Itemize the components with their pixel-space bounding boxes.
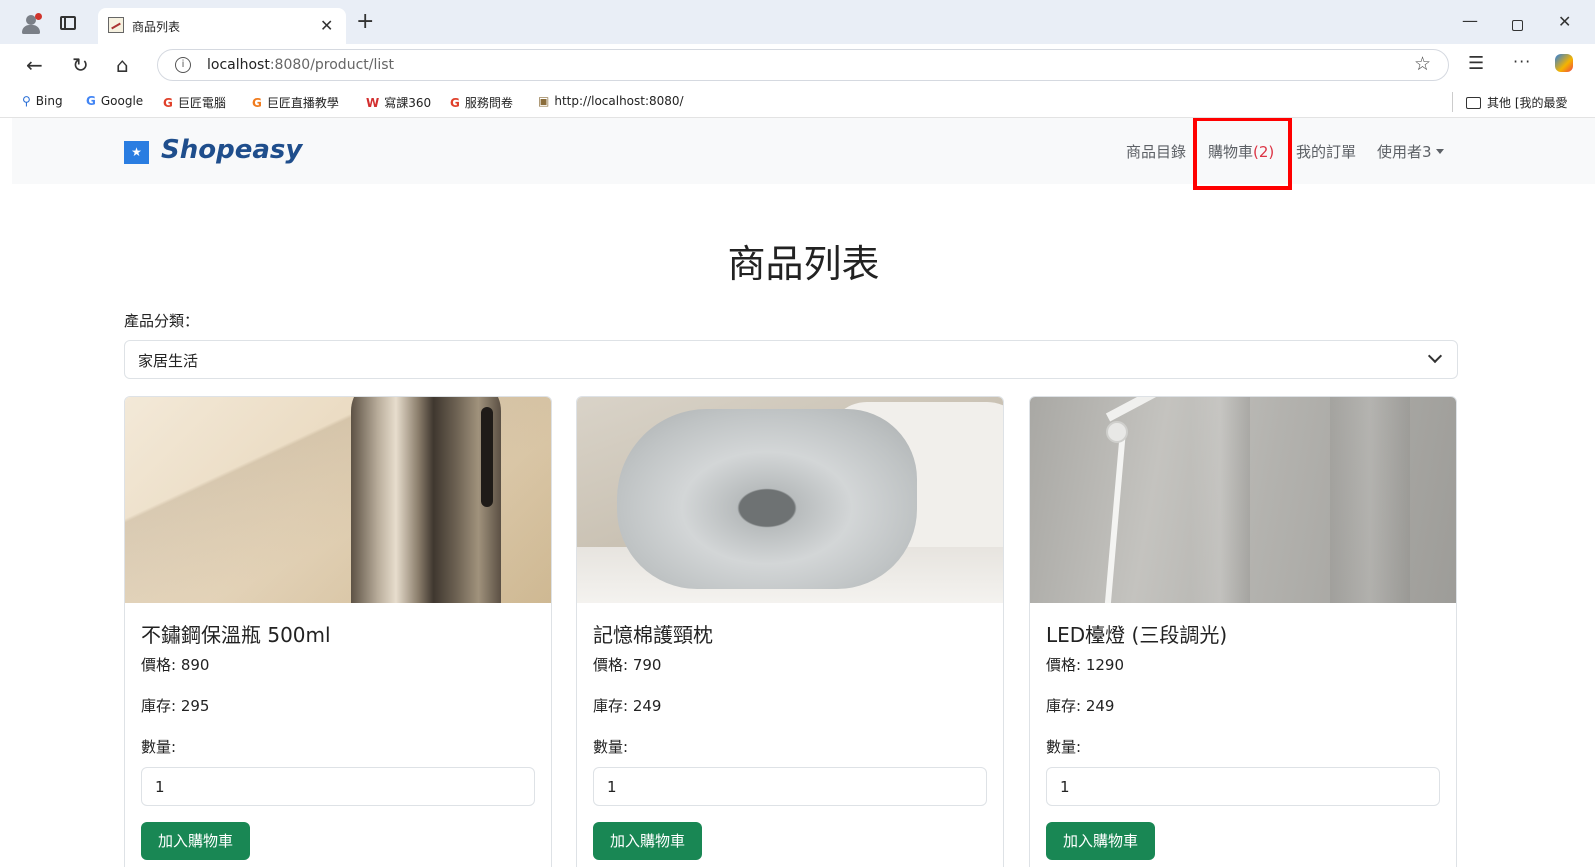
bookmark-survey[interactable]: G 服務問卷 bbox=[450, 94, 513, 111]
product-card: 不鏽鋼保溫瓶 500ml 價格: 890 庫存: 295 數量: 加入購物車 bbox=[124, 396, 552, 867]
product-price: 價格: 790 bbox=[593, 656, 662, 674]
product-image-lamp bbox=[1030, 397, 1456, 603]
page-icon: ▣ bbox=[538, 94, 550, 108]
window-minimize-icon[interactable]: — bbox=[1462, 11, 1478, 30]
product-name: 記憶棉護頸枕 bbox=[593, 623, 713, 647]
google-icon: G bbox=[86, 94, 96, 108]
chevron-down-icon bbox=[1427, 348, 1443, 364]
page-viewport: ★ Shopeasy 商品目錄 購物車(2) 我的訂單 使用者3 商品列表 產品… bbox=[12, 118, 1595, 867]
quantity-input[interactable] bbox=[593, 767, 987, 806]
quantity-input[interactable] bbox=[1046, 767, 1440, 806]
folder-icon bbox=[1466, 97, 1481, 109]
product-card: LED檯燈 (三段調光) 價格: 1290 庫存: 249 數量: 加入購物車 bbox=[1029, 396, 1457, 867]
nav-link-orders[interactable]: 我的訂單 bbox=[1296, 141, 1356, 162]
product-price: 價格: 1290 bbox=[1046, 656, 1124, 674]
url-text: localhost:8080/product/list bbox=[207, 57, 395, 73]
star-icon[interactable]: ☆ bbox=[1414, 53, 1431, 75]
bookmark-jujiang[interactable]: G 巨匠電腦 bbox=[163, 94, 226, 111]
g-logo-icon: G bbox=[450, 96, 460, 110]
favorites-icon[interactable]: ☰ bbox=[1468, 53, 1484, 74]
quantity-label: 數量: bbox=[593, 738, 629, 756]
site-info-icon[interactable]: i bbox=[175, 57, 191, 73]
brand-name: Shopeasy bbox=[161, 135, 303, 165]
nav-user-dropdown[interactable]: 使用者3 bbox=[1377, 141, 1444, 162]
bookmark-localhost[interactable]: ▣ http://localhost:8080/ bbox=[538, 94, 684, 108]
product-name: 不鏽鋼保溫瓶 500ml bbox=[141, 623, 331, 647]
product-name: LED檯燈 (三段調光) bbox=[1046, 623, 1228, 647]
more-icon[interactable]: ··· bbox=[1513, 52, 1531, 71]
site-navbar: ★ Shopeasy 商品目錄 購物車(2) 我的訂單 使用者3 bbox=[12, 118, 1595, 190]
product-image-thermos bbox=[125, 397, 551, 603]
w-logo-icon: W bbox=[366, 96, 380, 110]
brand-star-icon: ★ bbox=[124, 141, 149, 164]
category-label: 產品分類： bbox=[124, 312, 200, 330]
cart-count: (2) bbox=[1253, 143, 1275, 161]
g-logo-icon: G bbox=[163, 96, 173, 110]
quantity-input[interactable] bbox=[141, 767, 535, 806]
home-icon[interactable]: ⌂ bbox=[116, 53, 129, 77]
bookmark-bing[interactable]: ⚲ Bing bbox=[22, 94, 63, 108]
g-logo-icon: G bbox=[252, 96, 262, 110]
browser-tab[interactable]: 商品列表 ✕ bbox=[98, 8, 346, 44]
quantity-label: 數量: bbox=[141, 738, 177, 756]
bookmark-jujiang-live[interactable]: G 巨匠直播教學 bbox=[252, 94, 339, 111]
add-to-cart-button[interactable]: 加入購物車 bbox=[1046, 822, 1155, 860]
add-to-cart-button[interactable]: 加入購物車 bbox=[141, 822, 250, 860]
category-select[interactable]: 家居生活 bbox=[124, 340, 1458, 379]
profile-icon[interactable] bbox=[20, 13, 42, 35]
url-input[interactable]: i localhost:8080/product/list ☆ bbox=[157, 49, 1449, 81]
browser-tab-bar: 商品列表 ✕ + — ✕ bbox=[0, 0, 1595, 44]
bookmarks-bar: ⚲ Bing G Google G 巨匠電腦 G 巨匠直播教學 W 寫課360 G 服務問卷… bbox=[0, 86, 1595, 118]
back-icon[interactable]: ← bbox=[26, 53, 43, 77]
add-to-cart-button[interactable]: 加入購物車 bbox=[593, 822, 702, 860]
nav-link-catalog[interactable]: 商品目錄 bbox=[1126, 141, 1186, 162]
copilot-icon[interactable] bbox=[1555, 54, 1573, 72]
bookmarks-divider bbox=[1452, 92, 1453, 112]
page-favicon-icon bbox=[108, 17, 124, 33]
bookmark-folder-other[interactable]: 其他 [我的最愛 bbox=[1466, 94, 1568, 111]
caret-down-icon bbox=[1435, 149, 1444, 154]
window-close-icon[interactable]: ✕ bbox=[1558, 12, 1571, 31]
bookmark-course360[interactable]: W 寫課360 bbox=[366, 94, 431, 111]
product-stock: 庫存: 249 bbox=[593, 697, 662, 715]
new-tab-icon[interactable]: + bbox=[356, 9, 374, 34]
nav-link-cart[interactable]: 購物車(2) bbox=[1208, 141, 1274, 162]
product-price: 價格: 890 bbox=[141, 656, 210, 674]
page-title: 商品列表 bbox=[727, 242, 880, 286]
bookmark-google[interactable]: G Google bbox=[86, 94, 143, 108]
product-stock: 庫存: 249 bbox=[1046, 697, 1115, 715]
tab-actions-icon[interactable] bbox=[60, 16, 76, 30]
tab-close-icon[interactable]: ✕ bbox=[320, 16, 333, 35]
address-bar-row: ← ↻ ⌂ i localhost:8080/product/list ☆ ☰ … bbox=[0, 44, 1595, 86]
product-image-pillow bbox=[577, 397, 1003, 603]
category-selected-value: 家居生活 bbox=[138, 352, 199, 370]
search-icon: ⚲ bbox=[22, 94, 31, 108]
window-restore-icon[interactable] bbox=[1512, 20, 1523, 31]
quantity-label: 數量: bbox=[1046, 738, 1082, 756]
product-stock: 庫存: 295 bbox=[141, 697, 210, 715]
reload-icon[interactable]: ↻ bbox=[72, 53, 89, 77]
product-card: 記憶棉護頸枕 價格: 790 庫存: 249 數量: 加入購物車 bbox=[576, 396, 1004, 867]
tab-title: 商品列表 bbox=[132, 20, 181, 34]
